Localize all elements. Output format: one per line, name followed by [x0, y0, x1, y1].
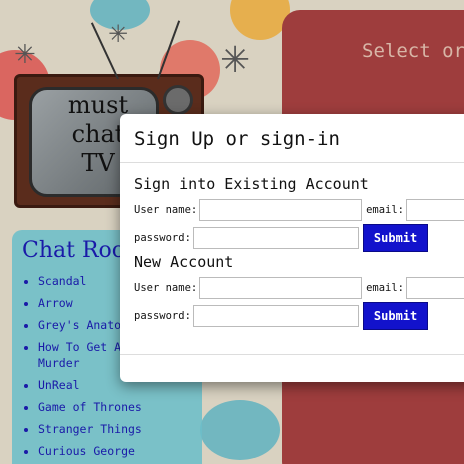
signin-modal: Sign Up or sign-in Sign into Existing Ac…: [120, 114, 464, 382]
signin-row-1: User name: email:: [134, 197, 464, 223]
signin-password-label: password:: [134, 232, 191, 244]
tv-knob: [163, 85, 193, 115]
signup-row-2: password: Submit: [134, 302, 464, 330]
signin-email-label: email:: [366, 204, 404, 216]
background-blob: [230, 0, 290, 40]
chat-room-link[interactable]: Stranger Things: [38, 421, 192, 437]
signin-password-input[interactable]: [192, 227, 359, 249]
signup-email-label: email:: [366, 282, 404, 294]
background-blob: [200, 400, 280, 460]
signup-email-input[interactable]: [406, 277, 464, 299]
signup-username-input[interactable]: [199, 277, 363, 299]
signin-username-label: User name:: [134, 204, 198, 216]
signin-row-2: password: Submit: [134, 224, 464, 252]
signup-section-title: New Account: [134, 253, 234, 271]
signin-email-input[interactable]: [406, 199, 464, 221]
signup-password-input[interactable]: [192, 305, 359, 327]
starburst-icon: ✳: [14, 40, 36, 70]
chat-room-link[interactable]: Curious George: [38, 443, 192, 459]
modal-body: Sign into Existing Account User name: em…: [120, 163, 464, 343]
signin-section-title: Sign into Existing Account: [134, 175, 369, 193]
signin-username-input[interactable]: [199, 199, 363, 221]
right-panel-heading: Select or: [362, 40, 464, 62]
starburst-icon: ✳: [108, 20, 129, 48]
signin-submit-button[interactable]: Submit: [362, 224, 429, 252]
chat-room-link[interactable]: Game of Thrones: [38, 399, 192, 415]
signup-row-1: User name: email:: [134, 275, 464, 301]
modal-footer: [120, 354, 464, 355]
modal-title: Sign Up or sign-in: [120, 114, 464, 163]
signup-submit-button[interactable]: Submit: [362, 302, 429, 330]
signup-password-label: password:: [134, 310, 191, 322]
starburst-icon: ✳: [220, 40, 251, 81]
signup-username-label: User name:: [134, 282, 198, 294]
